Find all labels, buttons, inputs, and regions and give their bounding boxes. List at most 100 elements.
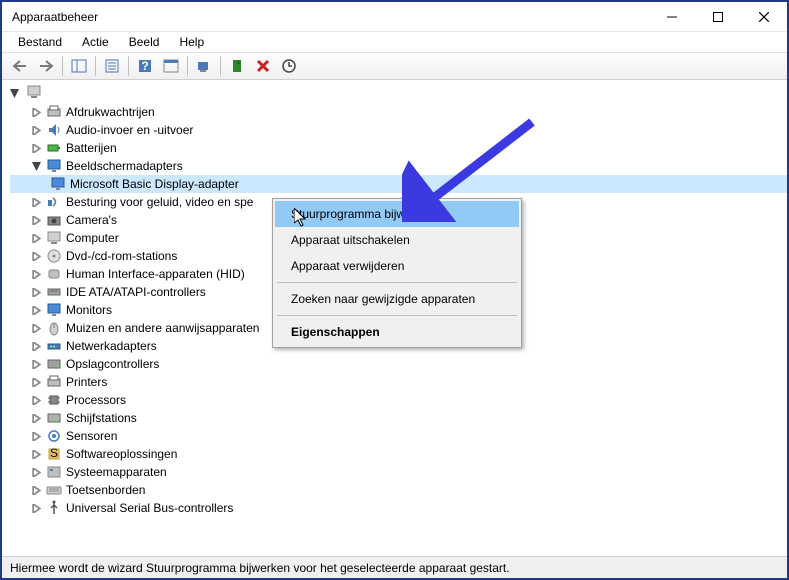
monitor-icon: [46, 302, 62, 318]
disk-icon: [46, 410, 62, 426]
chevron-icon[interactable]: [30, 198, 42, 207]
menu-view[interactable]: Beeld: [121, 33, 168, 51]
context-menu-separator: [277, 315, 517, 316]
chevron-icon[interactable]: [30, 504, 42, 513]
tree-item-label: Camera's: [66, 213, 117, 227]
chevron-icon[interactable]: [30, 414, 42, 423]
tree-item[interactable]: Universal Serial Bus-controllers: [10, 499, 787, 517]
hid-icon: [46, 266, 62, 282]
tree-child-item[interactable]: Microsoft Basic Display-adapter: [10, 175, 787, 193]
enable-device-button[interactable]: [225, 54, 249, 78]
chevron-icon[interactable]: [30, 216, 42, 225]
tree-root[interactable]: [10, 84, 787, 103]
status-text: Hiermee wordt de wizard Stuurprogramma b…: [10, 561, 510, 575]
sensor-icon: [46, 428, 62, 444]
action-button[interactable]: [159, 54, 183, 78]
printer-icon: [46, 104, 62, 120]
menu-action[interactable]: Actie: [74, 33, 117, 51]
tree-item[interactable]: Batterijen: [10, 139, 787, 157]
nav-back-button[interactable]: [8, 54, 32, 78]
tree-item[interactable]: Sensoren: [10, 427, 787, 445]
keyboard-icon: [46, 482, 62, 498]
tree-item[interactable]: Toetsenborden: [10, 481, 787, 499]
tree-item[interactable]: Schijfstations: [10, 409, 787, 427]
toolbar-separator: [220, 56, 221, 76]
tree-item-label: Processors: [66, 393, 126, 407]
maximize-button[interactable]: [695, 2, 741, 32]
uninstall-device-button[interactable]: [251, 54, 275, 78]
menu-help[interactable]: Help: [171, 33, 212, 51]
chevron-icon[interactable]: [30, 342, 42, 351]
chevron-icon[interactable]: [30, 306, 42, 315]
tree-item-label: Muizen en andere aanwijsapparaten: [66, 321, 259, 335]
tree-item-label: Batterijen: [66, 141, 117, 155]
tree-item[interactable]: Beeldschermadapters: [10, 157, 787, 175]
tree-item[interactable]: SSoftwareoplossingen: [10, 445, 787, 463]
tree-item[interactable]: Printers: [10, 373, 787, 391]
tree-item[interactable]: Afdrukwachtrijen: [10, 103, 787, 121]
usb-icon: [46, 500, 62, 516]
scan-hardware-button[interactable]: [192, 54, 216, 78]
chevron-icon[interactable]: [30, 126, 42, 135]
chevron-icon[interactable]: [30, 162, 42, 171]
tree-item-label: Universal Serial Bus-controllers: [66, 501, 233, 515]
context-menu: Stuurprogramma bijwerkenApparaat uitscha…: [272, 198, 522, 348]
context-menu-item[interactable]: Apparaat verwijderen: [275, 253, 519, 279]
chevron-icon[interactable]: [30, 144, 42, 153]
tree-item-label: Human Interface-apparaten (HID): [66, 267, 245, 281]
chevron-icon[interactable]: [30, 108, 42, 117]
nav-forward-button[interactable]: [34, 54, 58, 78]
titlebar: Apparaatbeheer: [2, 2, 787, 32]
chevron-icon[interactable]: [30, 360, 42, 369]
chevron-down-icon[interactable]: [10, 87, 22, 101]
chevron-icon[interactable]: [30, 486, 42, 495]
display-icon: [50, 176, 66, 192]
tree-item[interactable]: Processors: [10, 391, 787, 409]
toolbar-separator: [128, 56, 129, 76]
tree-item-label: IDE ATA/ATAPI-controllers: [66, 285, 206, 299]
computer-icon: [46, 230, 62, 246]
properties-button[interactable]: [100, 54, 124, 78]
tree-item-label: Sensoren: [66, 429, 117, 443]
svg-text:?: ?: [141, 59, 148, 73]
chevron-icon[interactable]: [30, 450, 42, 459]
sound-icon: [46, 194, 62, 210]
tree-item-label: Opslagcontrollers: [66, 357, 159, 371]
chevron-icon[interactable]: [30, 378, 42, 387]
tree-item-label: Besturing voor geluid, video en spe: [66, 195, 253, 209]
chevron-icon[interactable]: [30, 324, 42, 333]
minimize-button[interactable]: [649, 2, 695, 32]
context-menu-item[interactable]: Apparaat uitschakelen: [275, 227, 519, 253]
chevron-icon[interactable]: [30, 234, 42, 243]
show-hide-tree-button[interactable]: [67, 54, 91, 78]
chevron-icon[interactable]: [30, 396, 42, 405]
tree-item-label: Audio-invoer en -uitvoer: [66, 123, 193, 137]
context-menu-item[interactable]: Stuurprogramma bijwerken: [275, 201, 519, 227]
software-icon: S: [46, 446, 62, 462]
printer-icon: [46, 374, 62, 390]
close-button[interactable]: [741, 2, 787, 32]
chevron-icon[interactable]: [30, 468, 42, 477]
tree-item[interactable]: Opslagcontrollers: [10, 355, 787, 373]
computer-icon: [26, 85, 42, 102]
camera-icon: [46, 212, 62, 228]
chevron-icon[interactable]: [30, 432, 42, 441]
chevron-icon[interactable]: [30, 270, 42, 279]
menu-file[interactable]: Bestand: [10, 33, 70, 51]
chevron-icon[interactable]: [30, 252, 42, 261]
context-menu-item[interactable]: Zoeken naar gewijzigde apparaten: [275, 286, 519, 312]
chevron-icon[interactable]: [30, 288, 42, 297]
tree-item[interactable]: Audio-invoer en -uitvoer: [10, 121, 787, 139]
ide-icon: [46, 284, 62, 300]
update-driver-button[interactable]: [277, 54, 301, 78]
tree-item[interactable]: Systeemapparaten: [10, 463, 787, 481]
context-menu-item[interactable]: Eigenschappen: [275, 319, 519, 345]
tree-item-label: Beeldschermadapters: [66, 159, 183, 173]
storage-icon: [46, 356, 62, 372]
tree-item-label: Afdrukwachtrijen: [66, 105, 155, 119]
help-button[interactable]: ?: [133, 54, 157, 78]
mouse-icon: [46, 320, 62, 336]
toolbar-separator: [62, 56, 63, 76]
context-menu-separator: [277, 282, 517, 283]
tree-item-label: Printers: [66, 375, 107, 389]
